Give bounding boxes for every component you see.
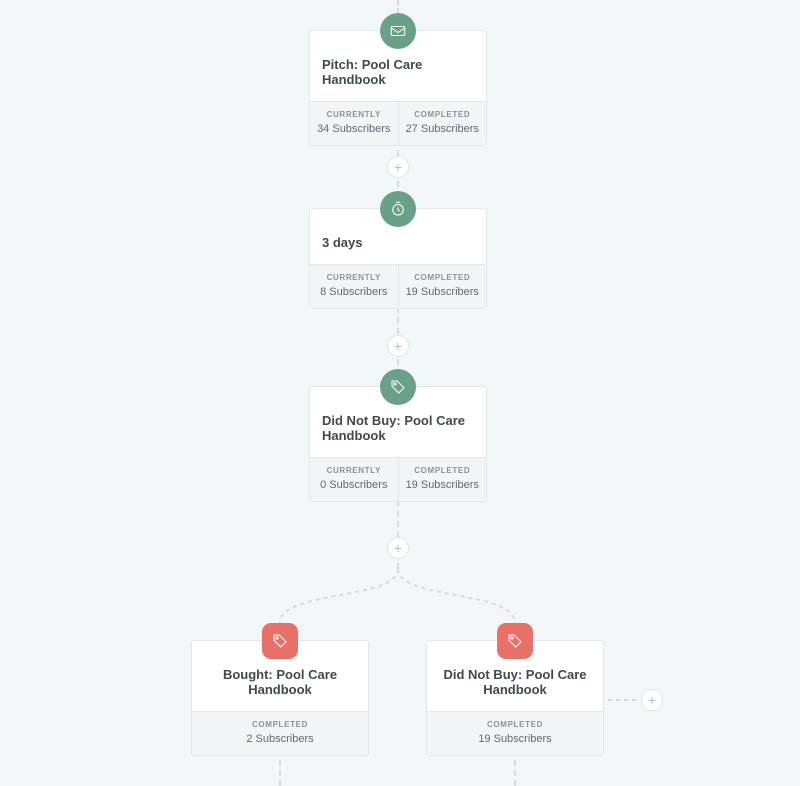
stat-label-completed: COMPLETED: [403, 466, 483, 475]
tag-icon: [380, 369, 416, 405]
stat-value: 8 Subscribers: [314, 286, 394, 298]
stat-label-currently: CURRENTLY: [314, 110, 394, 119]
stat-label-completed: COMPLETED: [196, 720, 364, 729]
clock-icon: [380, 191, 416, 227]
node-wait[interactable]: 3 days CURRENTLY 8 Subscribers COMPLETED…: [309, 208, 487, 309]
node-dnb1[interactable]: Did Not Buy: Pool Care Handbook CURRENTL…: [309, 386, 487, 502]
node-stats: CURRENTLY 8 Subscribers COMPLETED 19 Sub…: [310, 264, 486, 308]
stat-label-currently: CURRENTLY: [314, 273, 394, 282]
stat-value: 19 Subscribers: [403, 286, 483, 298]
node-dnb2[interactable]: Did Not Buy: Pool Care Handbook COMPLETE…: [426, 640, 604, 756]
connector-line: [279, 760, 281, 786]
stat-label-completed: COMPLETED: [431, 720, 599, 729]
node-stats: COMPLETED 19 Subscribers: [427, 711, 603, 755]
add-branch-button[interactable]: +: [641, 689, 663, 711]
stat-label-completed: COMPLETED: [403, 273, 483, 282]
add-step-button[interactable]: +: [387, 335, 409, 357]
stat-value: 0 Subscribers: [314, 479, 394, 491]
node-bought[interactable]: Bought: Pool Care Handbook COMPLETED 2 S…: [191, 640, 369, 756]
connector-line: [514, 760, 516, 786]
stat-value: 34 Subscribers: [314, 123, 394, 135]
stat-value: 19 Subscribers: [403, 479, 483, 491]
node-stats: CURRENTLY 34 Subscribers COMPLETED 27 Su…: [310, 101, 486, 145]
stat-value: 27 Subscribers: [403, 123, 483, 135]
stat-value: 19 Subscribers: [431, 733, 599, 745]
add-step-button[interactable]: +: [387, 156, 409, 178]
node-pitch[interactable]: Pitch: Pool Care Handbook CURRENTLY 34 S…: [309, 30, 487, 146]
stat-label-completed: COMPLETED: [403, 110, 483, 119]
node-stats: COMPLETED 2 Subscribers: [192, 711, 368, 755]
add-step-button[interactable]: +: [387, 537, 409, 559]
node-stats: CURRENTLY 0 Subscribers COMPLETED 19 Sub…: [310, 457, 486, 501]
stat-value: 2 Subscribers: [196, 733, 364, 745]
stat-label-currently: CURRENTLY: [314, 466, 394, 475]
tag-icon: [497, 623, 533, 659]
tag-icon: [262, 623, 298, 659]
mail-icon: [380, 13, 416, 49]
